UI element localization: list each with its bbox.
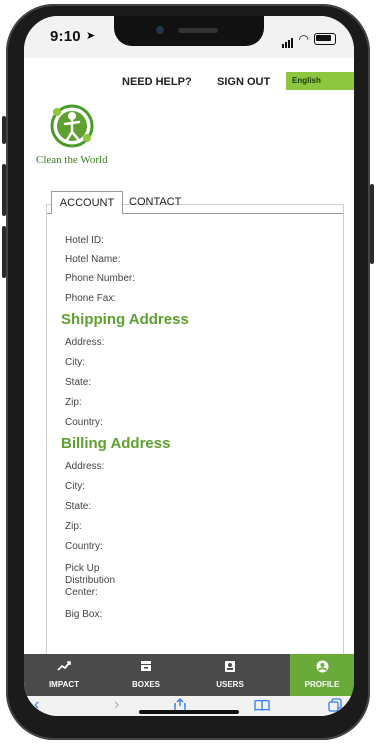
back-icon[interactable]: ‹ [34, 696, 39, 714]
bookmarks-icon[interactable] [254, 698, 270, 716]
nav-boxes-label: BOXES [131, 680, 160, 689]
home-indicator[interactable] [139, 710, 239, 714]
status-time: 9:10 [50, 28, 81, 45]
bottom-nav: IMPACT BOXES USERS PROFILE [24, 654, 354, 696]
forward-icon[interactable]: › [114, 696, 119, 714]
clean-the-world-logo-icon [48, 100, 96, 152]
speaker-grille [178, 28, 218, 33]
wifi-icon: ◠ [298, 32, 309, 46]
billing-address-heading: Billing Address [61, 435, 171, 452]
billing-country-label: Country: [65, 541, 103, 552]
shipping-state-label: State: [65, 377, 92, 388]
sign-out-link[interactable]: SIGN OUT [217, 76, 270, 88]
volume-up-button [2, 164, 6, 216]
hotel-name-label: Hotel Name: [65, 254, 121, 265]
nav-users[interactable]: USERS [188, 654, 272, 696]
shipping-address-heading: Shipping Address [61, 311, 189, 328]
shipping-address-label: Address: [65, 337, 105, 348]
power-button [370, 184, 374, 264]
nav-impact[interactable]: IMPACT [24, 654, 104, 696]
phone-fax-label: Phone Fax: [65, 293, 117, 304]
location-arrow-icon: ➤ [86, 30, 96, 42]
big-box-label: Big Box: [65, 609, 103, 620]
nav-users-label: USERS [216, 680, 244, 689]
profile-icon [290, 660, 354, 678]
notch [114, 16, 264, 46]
tab-contact[interactable]: CONTACT [129, 191, 181, 213]
battery-icon [314, 33, 336, 45]
box-icon [104, 660, 188, 678]
pickup-center-label-line2: Distribution [65, 575, 116, 586]
mute-switch [2, 116, 6, 144]
volume-down-button [2, 226, 6, 278]
camera-icon [156, 26, 164, 34]
billing-city-label: City: [65, 481, 85, 492]
shipping-city-label: City: [65, 357, 85, 368]
phone-number-label: Phone Number: [65, 273, 136, 284]
need-help-link[interactable]: NEED HELP? [122, 76, 192, 88]
screen: 9:10 ➤ ◠ NEED HELP? SIGN OUT English ⌄ [24, 16, 354, 716]
billing-address-label: Address: [65, 461, 105, 472]
nav-boxes[interactable]: BOXES [104, 654, 188, 696]
pickup-center-label-line3: Center: [65, 587, 98, 598]
language-select[interactable]: English ⌄ [286, 72, 354, 90]
account-card: ACCOUNT CONTACT Hotel ID: Hotel Name: Ph… [46, 191, 344, 656]
trend-up-icon [24, 660, 104, 678]
tab-account[interactable]: ACCOUNT [51, 191, 123, 214]
signal-icon [281, 30, 294, 48]
billing-state-label: State: [65, 501, 92, 512]
top-bar: NEED HELP? SIGN OUT English ⌄ [24, 70, 354, 92]
hotel-id-label: Hotel ID: [65, 235, 104, 246]
nav-profile-label: PROFILE [304, 680, 340, 689]
status-icons: ◠ [281, 30, 336, 48]
language-selected: English [292, 76, 321, 85]
billing-zip-label: Zip: [65, 521, 82, 532]
brand-name: Clean the World [36, 154, 108, 166]
shipping-zip-label: Zip: [65, 397, 82, 408]
nav-profile[interactable]: PROFILE [290, 654, 354, 696]
tabs-icon[interactable] [328, 698, 342, 716]
shipping-country-label: Country: [65, 417, 103, 428]
id-card-icon [188, 660, 272, 678]
nav-impact-label: IMPACT [48, 680, 80, 689]
pickup-center-label-line1: Pick Up [65, 563, 100, 574]
